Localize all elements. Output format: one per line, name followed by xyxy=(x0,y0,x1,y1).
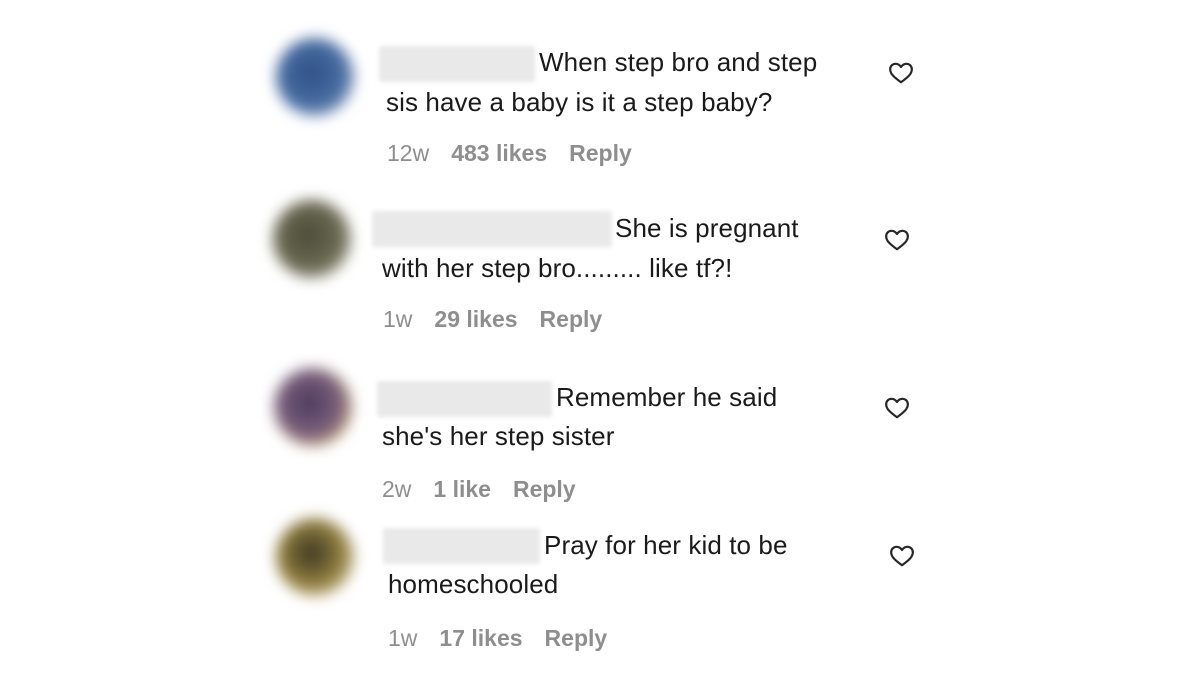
comment-text-continued: homeschooled xyxy=(388,569,559,599)
likes-count[interactable]: 1 like xyxy=(433,476,491,502)
comment-age: 1w xyxy=(388,625,418,651)
comment-text-continued: with her step bro......... like tf?! xyxy=(382,253,733,283)
comment-text: She is pregnant xyxy=(615,213,799,243)
comment-age: 1w xyxy=(383,306,413,332)
avatar[interactable] xyxy=(273,200,351,278)
heart-outline-icon[interactable] xyxy=(889,543,915,569)
reply-button[interactable]: Reply xyxy=(513,476,576,502)
comment-item: Pray for her kid to be homeschooled 1w 17… xyxy=(0,0,1200,651)
comment-text-continued: she's her step sister xyxy=(382,421,615,451)
comment-text: Pray for her kid to be xyxy=(544,530,788,560)
comment-meta: 1w 17 likes Reply xyxy=(388,625,629,652)
heart-outline-icon[interactable] xyxy=(884,395,910,421)
comment-age: 2w xyxy=(382,476,412,502)
heart-outline-icon[interactable] xyxy=(884,227,910,253)
likes-count[interactable]: 17 likes xyxy=(439,625,522,651)
likes-count[interactable]: 29 likes xyxy=(434,306,517,332)
redacted-username[interactable] xyxy=(372,211,612,247)
redacted-username[interactable] xyxy=(383,528,540,564)
reply-button[interactable]: Reply xyxy=(545,625,608,651)
comment-meta: 1w 29 likes Reply xyxy=(383,306,624,333)
avatar[interactable] xyxy=(274,368,352,446)
comment-meta: 2w 1 like Reply xyxy=(382,476,598,503)
redacted-username[interactable] xyxy=(377,381,552,417)
reply-button[interactable]: Reply xyxy=(540,306,603,332)
comment-text: Remember he said xyxy=(556,382,778,412)
avatar[interactable] xyxy=(276,518,354,596)
